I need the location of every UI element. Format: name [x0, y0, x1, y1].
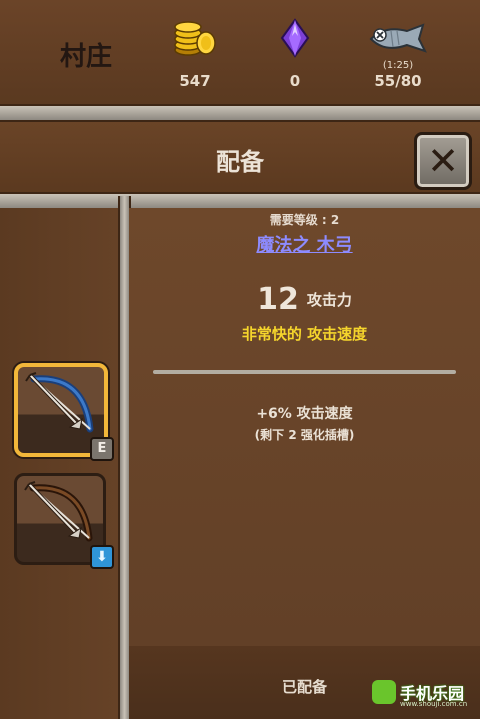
gold-counter: 547 — [165, 18, 225, 90]
level-requirement: 需要等级 : 2 — [269, 213, 340, 227]
watermark-logo-icon — [372, 680, 396, 704]
top-divider — [0, 104, 480, 122]
attack-stat: 12 攻击力 — [129, 282, 480, 317]
fish-timer: (1:25) — [382, 60, 414, 71]
close-button[interactable]: ✕ — [414, 132, 472, 190]
bonus-stat: +6% 攻击速度 — [256, 406, 353, 422]
page-title: 配备 — [216, 148, 264, 176]
gold-coins-icon — [165, 18, 225, 58]
fish-icon — [360, 18, 436, 58]
watermark-url: www.shouji.com.cn — [400, 700, 468, 708]
attack-value: 12 — [257, 282, 299, 317]
close-icon: ✕ — [427, 139, 459, 183]
gold-value: 547 — [179, 72, 211, 90]
item-name-link[interactable]: 魔法之 木弓 — [129, 231, 480, 257]
location-title: 村庄 — [60, 42, 113, 72]
attack-label: 攻击力 — [306, 291, 352, 309]
equipment-slot-column — [0, 208, 118, 719]
upgrade-slots-remaining: (剩下 2 强化插槽) — [254, 428, 355, 442]
gem-value: 0 — [289, 72, 301, 90]
stat-divider — [153, 370, 456, 374]
down-arrow-icon: ⬇ — [90, 545, 114, 569]
watermark: 手机乐园 www.shouji.com.cn — [372, 678, 476, 712]
equipped-badge: E — [90, 437, 114, 461]
fish-value: 55/80 — [374, 72, 422, 90]
purple-gem-icon — [270, 18, 320, 58]
fish-counter: (1:25) 55/80 — [360, 18, 436, 90]
attack-speed-text: 非常快的 攻击速度 — [241, 325, 368, 343]
gem-counter: 0 — [270, 18, 320, 90]
